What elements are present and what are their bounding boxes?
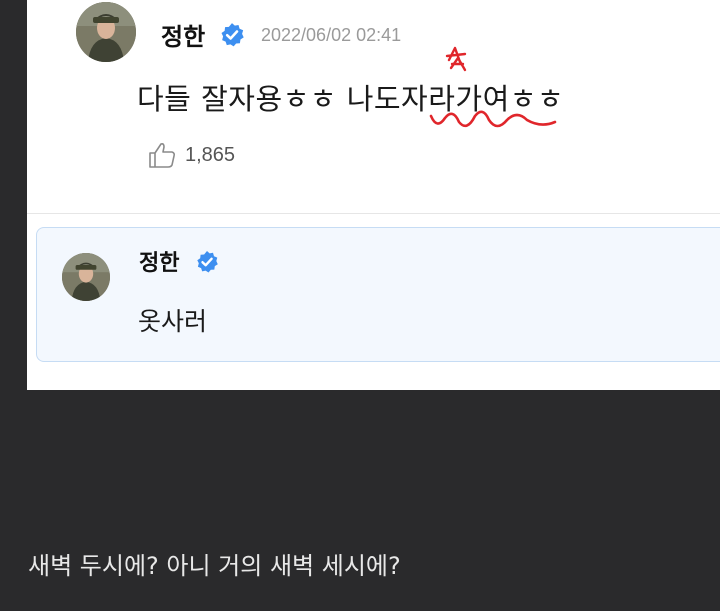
- thumbs-up-icon[interactable]: [147, 141, 177, 169]
- like-count: 1,865: [185, 144, 236, 166]
- reply-text: 옷사러: [138, 307, 208, 336]
- verified-badge-icon: [197, 251, 218, 273]
- post-text: 다들 잘자용ㅎㅎ 나도자라가여ㅎㅎ: [137, 82, 565, 116]
- reply-card[interactable]: 정한 옷사러: [36, 227, 720, 362]
- reply-author-name[interactable]: 정한: [139, 245, 179, 277]
- avatar-image: [76, 2, 136, 62]
- divider: [27, 213, 720, 214]
- post-timestamp: 2022/06/02 02:41: [261, 25, 402, 45]
- post-card: 정한 2022/06/02 02:41 다들 잘자용ㅎㅎ 나도자라가여ㅎㅎ 1,…: [27, 0, 720, 390]
- caption-text: 새벽 두시에? 아니 거의 새벽 세시에?: [28, 552, 401, 580]
- reply-avatar[interactable]: [62, 253, 110, 301]
- verified-badge-icon: [221, 23, 244, 47]
- post-author-name[interactable]: 정한: [161, 17, 205, 52]
- post-avatar[interactable]: [76, 2, 136, 62]
- avatar-image: [62, 253, 110, 301]
